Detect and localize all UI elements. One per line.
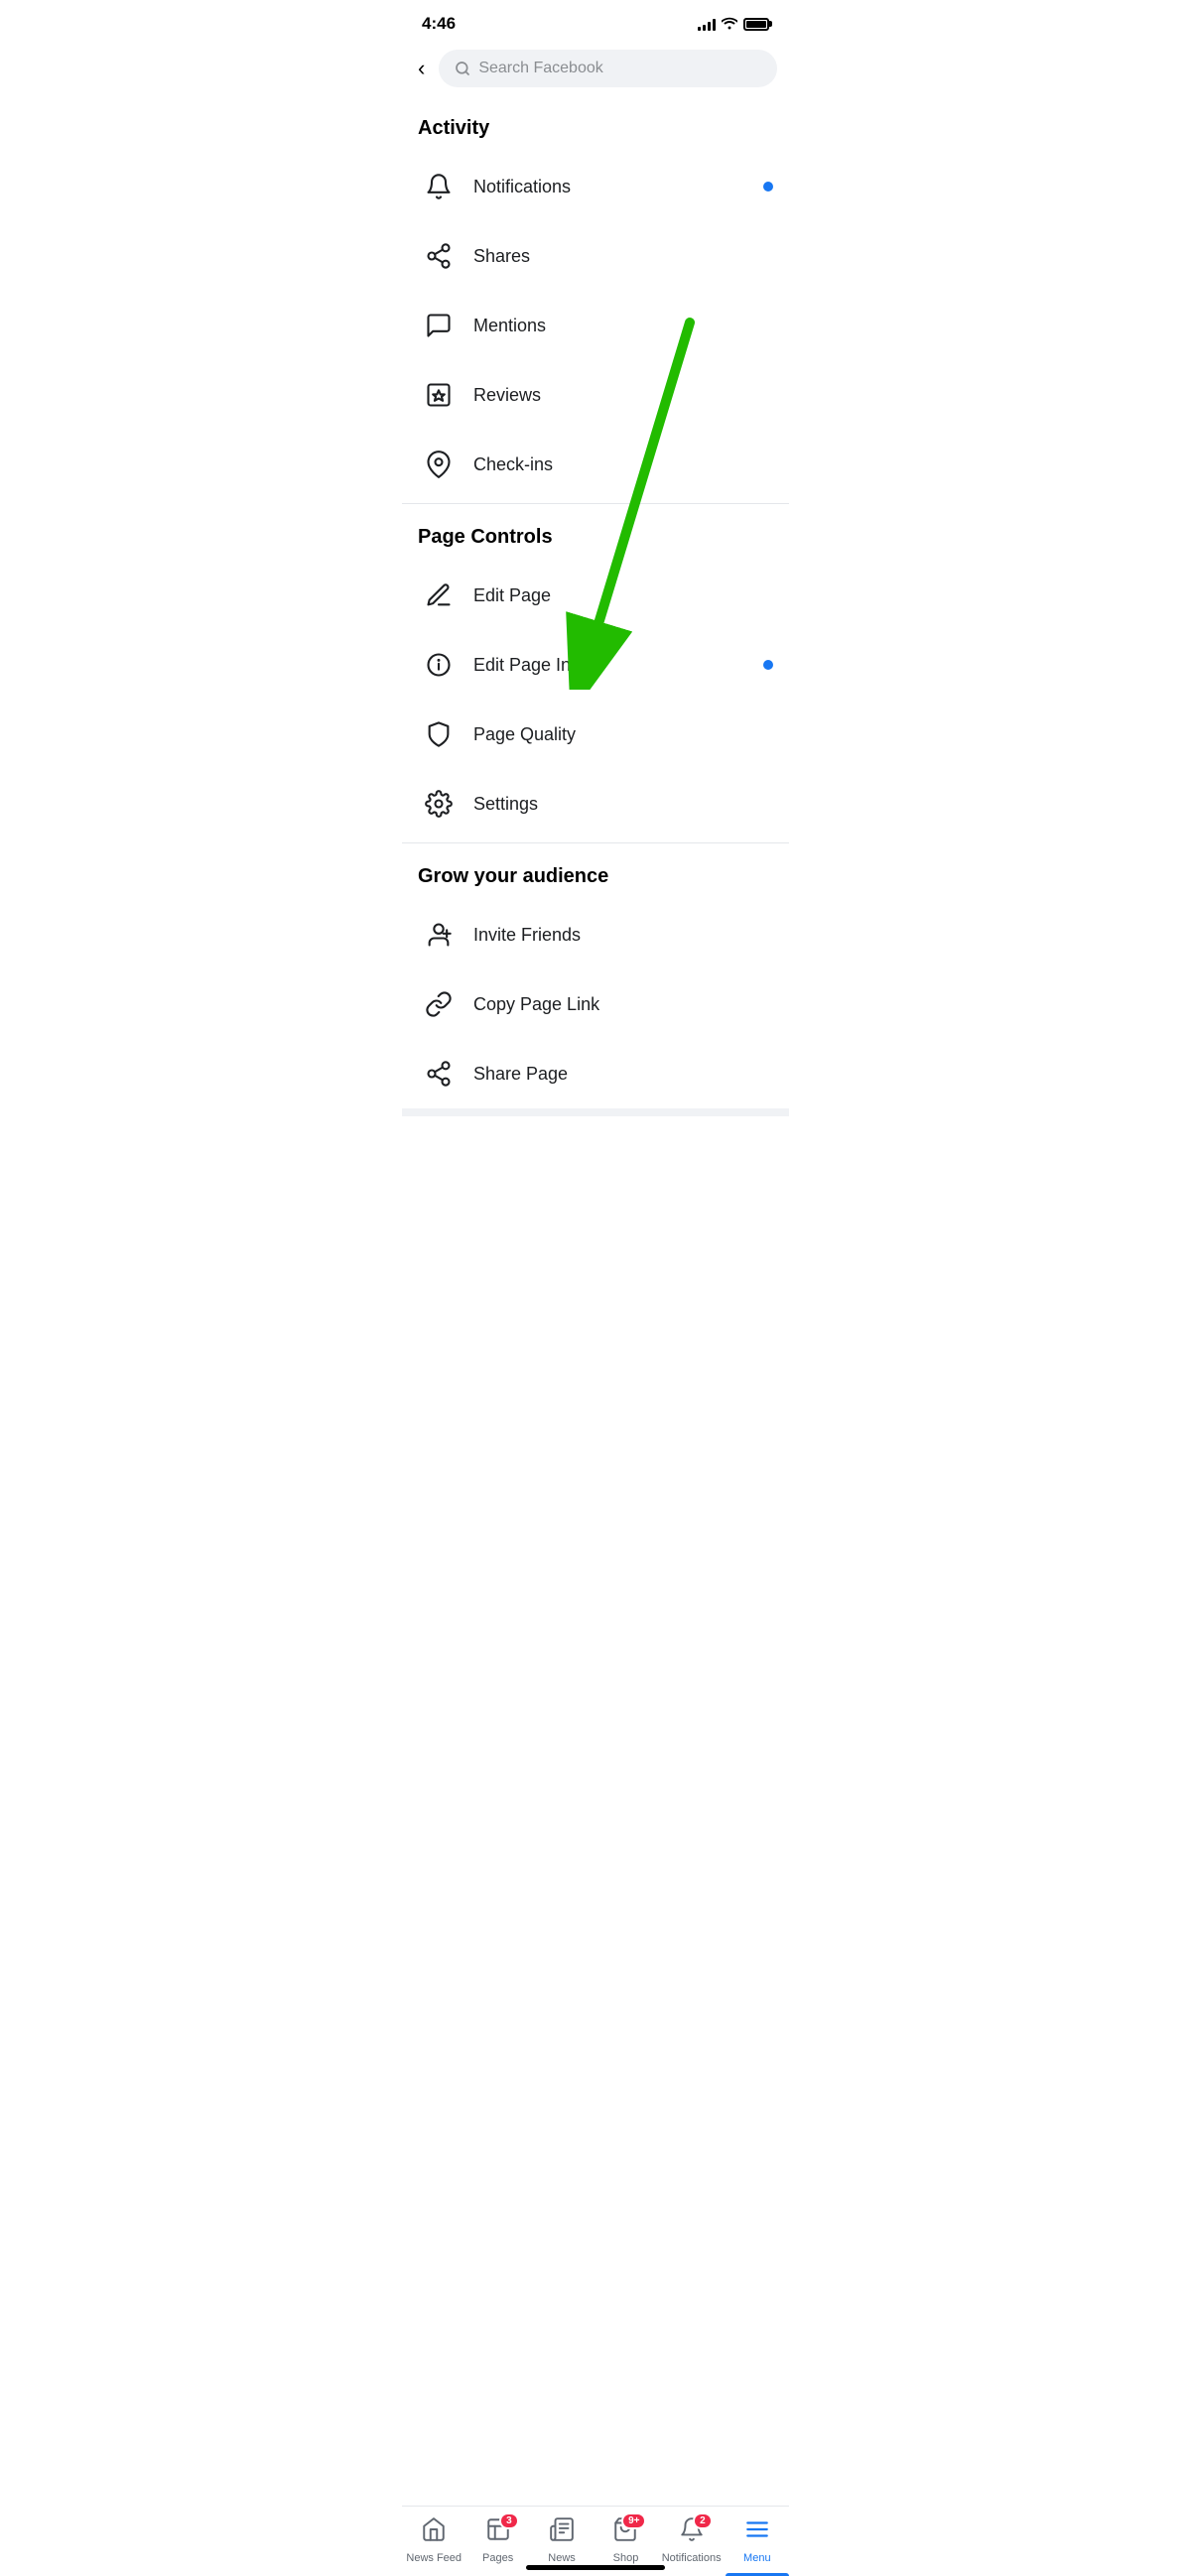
invite-friends-icon (418, 914, 460, 956)
checkins-icon (418, 444, 460, 485)
menu-item-reviews[interactable]: Reviews (402, 360, 789, 430)
tab-shop-label: Shop (613, 2552, 639, 2564)
status-icons (698, 16, 769, 33)
shop-icon: 9+ (612, 2516, 638, 2549)
settings-icon (418, 783, 460, 825)
search-placeholder: Search Facebook (478, 60, 602, 77)
tab-notifications-label: Notifications (662, 2552, 722, 2564)
invite-friends-label: Invite Friends (473, 925, 773, 946)
checkins-label: Check-ins (473, 454, 773, 475)
notifications-label: Notifications (473, 177, 763, 197)
grow-audience-section-header: Grow your audience (402, 847, 789, 900)
page-quality-label: Page Quality (473, 724, 773, 745)
edit-page-label: Edit Page (473, 585, 773, 606)
menu-icon-tab (744, 2516, 770, 2549)
reviews-label: Reviews (473, 385, 773, 406)
tab-menu-label: Menu (743, 2552, 771, 2564)
tab-news-feed[interactable]: News Feed (402, 2507, 465, 2576)
tab-news-feed-label: News Feed (406, 2552, 462, 2564)
wifi-icon (722, 16, 737, 33)
signal-icon (698, 17, 716, 31)
battery-icon (743, 18, 769, 31)
edit-page-info-label: Edit Page Info (473, 655, 763, 676)
home-indicator (526, 2565, 665, 2570)
divider-2 (402, 842, 789, 843)
page-quality-icon (418, 713, 460, 755)
page-controls-section-header: Page Controls (402, 508, 789, 561)
menu-item-copy-page-link[interactable]: Copy Page Link (402, 969, 789, 1039)
mentions-label: Mentions (473, 316, 773, 336)
news-feed-icon (421, 2516, 447, 2549)
settings-label: Settings (473, 794, 773, 815)
shares-icon (418, 235, 460, 277)
menu-item-mentions[interactable]: Mentions (402, 291, 789, 360)
search-icon (455, 61, 470, 76)
tab-notifications-icon: 2 (679, 2516, 705, 2549)
copy-page-link-label: Copy Page Link (473, 994, 773, 1015)
news-icon (549, 2516, 575, 2549)
tab-pages[interactable]: 3 Pages (465, 2507, 529, 2576)
share-page-icon (418, 1053, 460, 1095)
notifications-icon (418, 166, 460, 207)
activity-section-header: Activity (402, 99, 789, 152)
edit-page-info-icon (418, 644, 460, 686)
shop-badge: 9+ (621, 2512, 646, 2529)
tab-notifications[interactable]: 2 Notifications (658, 2507, 726, 2576)
menu-item-invite-friends[interactable]: Invite Friends (402, 900, 789, 969)
shares-label: Shares (473, 246, 773, 267)
tab-menu[interactable]: Menu (726, 2507, 789, 2576)
menu-item-notifications[interactable]: Notifications (402, 152, 789, 221)
notifications-blue-dot (763, 182, 773, 192)
search-bar-container: ‹ Search Facebook (402, 42, 789, 99)
gray-separator (402, 1108, 789, 1116)
back-button[interactable]: ‹ (414, 54, 429, 83)
menu-item-edit-page[interactable]: Edit Page (402, 561, 789, 630)
edit-page-info-blue-dot (763, 660, 773, 670)
menu-item-checkins[interactable]: Check-ins (402, 430, 789, 499)
reviews-icon (418, 374, 460, 416)
edit-page-info-container: Edit Page Info (402, 630, 789, 700)
copy-page-link-icon (418, 983, 460, 1025)
main-content: Activity Notifications Shares (402, 99, 789, 1196)
menu-item-settings[interactable]: Settings (402, 769, 789, 838)
pages-badge: 3 (499, 2512, 519, 2529)
pages-icon: 3 (485, 2516, 511, 2549)
tab-news-label: News (548, 2552, 576, 2564)
menu-item-share-page[interactable]: Share Page (402, 1039, 789, 1108)
tab-pages-label: Pages (482, 2552, 513, 2564)
share-page-label: Share Page (473, 1064, 773, 1085)
status-time: 4:46 (422, 14, 456, 34)
search-bar[interactable]: Search Facebook (439, 50, 777, 87)
menu-item-shares[interactable]: Shares (402, 221, 789, 291)
edit-page-icon (418, 575, 460, 616)
mentions-icon (418, 305, 460, 346)
divider-1 (402, 503, 789, 504)
menu-item-edit-page-info[interactable]: Edit Page Info (402, 630, 789, 700)
notifications-tab-badge: 2 (693, 2512, 713, 2529)
status-bar: 4:46 (402, 0, 789, 42)
menu-item-page-quality[interactable]: Page Quality (402, 700, 789, 769)
